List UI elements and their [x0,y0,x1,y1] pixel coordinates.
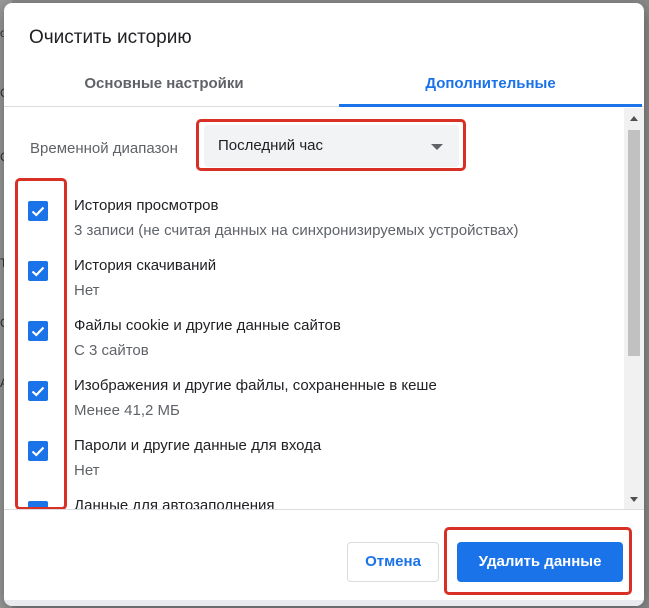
checkbox-column-highlight-frame [15,178,67,509]
time-range-label: Временной диапазон [30,140,178,157]
scroll-up-arrow-icon[interactable] [630,116,638,121]
item-title: История скачиваний [74,257,217,274]
list-item: История скачиваний Нет [4,257,614,317]
time-range-highlight-frame [196,119,466,171]
list-item: История просмотров 3 записи (не считая д… [4,197,614,257]
item-title: Изображения и другие файлы, сохраненные … [74,377,437,394]
dialog-title: Очистить историю [29,27,192,48]
item-title: Данные для автозаполнения [74,497,275,510]
tab-basic-settings[interactable]: Основные настройки [4,61,324,107]
list-item: Пароли и другие данные для входа Нет [4,437,614,497]
dialog-footer: Отмена Удалить данные [4,511,644,606]
active-tab-indicator [339,104,642,107]
item-subtitle: Менее 41,2 МБ [74,402,180,419]
scrollbar-thumb[interactable] [628,130,640,356]
item-subtitle: Нет [74,462,100,479]
item-subtitle: Нет [74,282,100,299]
list-item: Изображения и другие файлы, сохраненные … [4,377,614,437]
item-subtitle: С 3 сайтов [74,342,149,359]
item-title: Файлы cookie и другие данные сайтов [74,317,341,334]
clear-history-dialog: Очистить историю Основные настройки Допо… [4,3,644,606]
item-title: История просмотров [74,197,219,214]
delete-button-highlight-frame [444,527,632,595]
list-item: Данные для автозаполнения [4,497,614,510]
tab-bar: Основные настройки Дополнительные [4,61,644,107]
scrollbar[interactable] [624,108,644,509]
item-title: Пароли и другие данные для входа [74,437,322,454]
settings-content: Временной диапазон Последний час История… [4,108,644,510]
tab-advanced-settings[interactable]: Дополнительные [339,61,642,107]
list-item: Файлы cookie и другие данные сайтов С 3 … [4,317,614,377]
footer-strip [4,600,644,606]
cancel-button[interactable]: Отмена [347,542,439,582]
scroll-down-arrow-icon[interactable] [630,497,638,502]
item-subtitle: 3 записи (не считая данных на синхронизи… [74,222,519,239]
